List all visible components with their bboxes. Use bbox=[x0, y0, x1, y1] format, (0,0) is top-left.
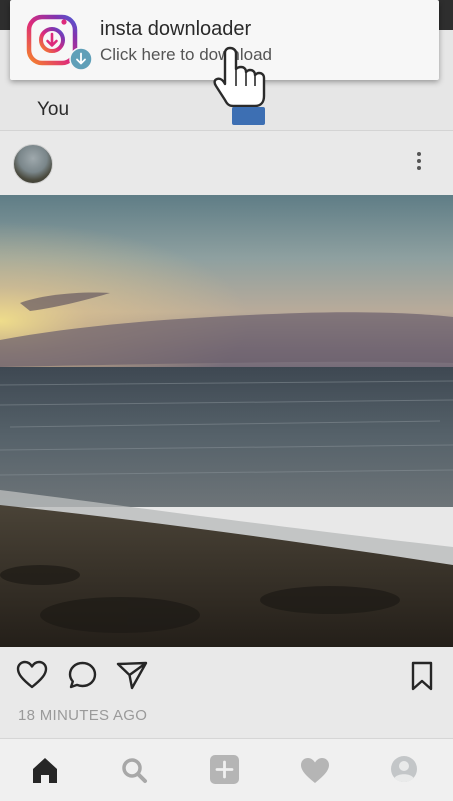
add-post-icon[interactable] bbox=[204, 753, 244, 787]
download-arrow-icon bbox=[69, 47, 93, 71]
avatar[interactable] bbox=[13, 144, 53, 184]
bookmark-icon[interactable] bbox=[409, 661, 435, 691]
hand-pointer-icon bbox=[213, 46, 266, 125]
bottom-nav bbox=[0, 738, 453, 801]
post-header bbox=[0, 131, 453, 195]
share-icon[interactable] bbox=[116, 660, 148, 691]
profile-icon[interactable] bbox=[384, 753, 424, 787]
post-timestamp: 18 MINUTES AGO bbox=[18, 707, 148, 724]
post-actions: 18 MINUTES AGO bbox=[0, 647, 453, 737]
notification-app-name: insta downloader bbox=[100, 18, 252, 40]
post-photo[interactable] bbox=[0, 195, 453, 647]
heart-icon[interactable] bbox=[16, 660, 48, 690]
tab-you-label[interactable]: You bbox=[37, 99, 69, 121]
activity-heart-icon[interactable] bbox=[295, 753, 335, 787]
search-icon[interactable] bbox=[114, 753, 154, 787]
home-icon[interactable] bbox=[25, 753, 65, 787]
more-vertical-icon[interactable] bbox=[410, 149, 428, 177]
comment-icon[interactable] bbox=[67, 660, 98, 691]
